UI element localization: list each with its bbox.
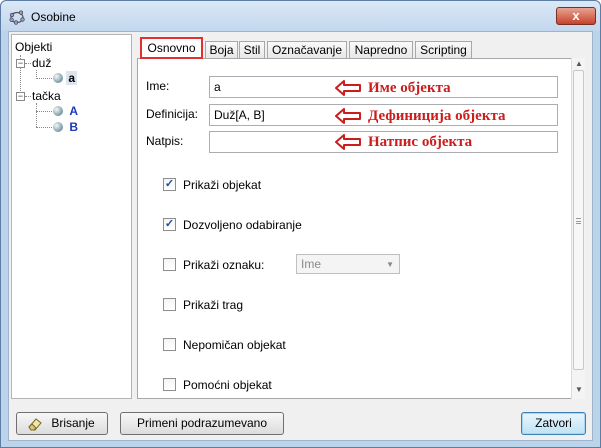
tab-advanced[interactable]: Napredno <box>349 41 413 59</box>
chevron-down-icon: ▼ <box>386 260 394 269</box>
tree-group-point[interactable]: tačka <box>32 89 61 103</box>
auxiliary-object-label: Pomoćni objekat <box>183 378 272 392</box>
apply-defaults-button[interactable]: Primeni podrazumevano <box>120 412 284 435</box>
ball-icon <box>53 73 63 83</box>
tree-root[interactable]: Objekti <box>15 40 52 54</box>
tab-bar: Osnovno Boja Stil Označavanje Napredno S… <box>137 34 589 59</box>
grip-icon <box>576 218 581 224</box>
ball-icon <box>53 106 63 116</box>
tree-item-B[interactable]: B <box>53 120 78 134</box>
collapse-icon[interactable]: − <box>16 92 25 101</box>
properties-panel: Osnovno Boja Stil Označavanje Napredno S… <box>137 34 589 399</box>
tab-scripting[interactable]: Scripting <box>415 41 472 59</box>
eraser-icon <box>28 418 42 431</box>
selection-allowed-checkbox[interactable]: ✓ <box>163 218 176 231</box>
show-object-label: Prikaži objekat <box>183 178 262 192</box>
tab-basic[interactable]: Osnovno <box>140 37 203 59</box>
title-bar: Osobine x <box>1 1 600 31</box>
caption-annotation-text: Натпис објекта <box>368 134 473 150</box>
show-trace-checkbox[interactable] <box>163 298 176 311</box>
tree-group-segment[interactable]: duž <box>32 56 51 70</box>
close-button[interactable]: Zatvori <box>521 412 586 435</box>
geogebra-icon <box>9 10 25 25</box>
scroll-down-icon[interactable]: ▼ <box>574 385 584 395</box>
properties-window: Osobine x Objekti − duž a − tačka A B Os… <box>0 0 601 448</box>
caption-label: Natpis: <box>146 134 184 148</box>
ball-icon <box>53 122 63 132</box>
tree-connector <box>36 127 52 128</box>
name-label: Ime: <box>146 79 170 93</box>
tab-style[interactable]: Stil <box>239 41 265 59</box>
close-window-button[interactable]: x <box>556 7 596 25</box>
tree-item-A[interactable]: A <box>53 104 78 118</box>
tree-item-a[interactable]: a <box>53 71 78 85</box>
arrow-left-icon <box>335 134 361 150</box>
auxiliary-object-checkbox[interactable] <box>163 378 176 391</box>
name-annotation-text: Име објекта <box>368 80 451 96</box>
show-label-checkbox[interactable] <box>163 258 176 271</box>
tree-connector <box>25 96 31 97</box>
scroll-thumb[interactable] <box>573 70 584 370</box>
tree-connector <box>36 78 52 79</box>
tree-connector <box>25 63 31 64</box>
label-type-select[interactable]: Ime ▼ <box>296 254 400 274</box>
dialog-client-area: Objekti − duž a − tačka A B Osnovno Boja… <box>8 31 593 441</box>
definition-annotation-text: Дефиниција објекта <box>368 108 506 124</box>
arrow-left-icon <box>335 108 361 124</box>
tab-labeling[interactable]: Označavanje <box>267 41 347 59</box>
tab-color[interactable]: Boja <box>205 41 238 59</box>
fixed-object-checkbox[interactable] <box>163 338 176 351</box>
show-object-checkbox[interactable]: ✓ <box>163 178 176 191</box>
selection-allowed-label: Dozvoljeno odabiranje <box>183 218 302 232</box>
basic-tab-content: Ime: a Име објекта Definicija: Duž[A, B]… <box>137 58 581 399</box>
scroll-up-icon[interactable]: ▲ <box>574 59 584 69</box>
fixed-object-label: Nepomičan objekat <box>183 338 286 352</box>
arrow-left-icon <box>335 80 361 96</box>
vertical-scrollbar[interactable]: ▲ ▼ <box>571 58 585 399</box>
delete-button[interactable]: Brisanje <box>16 412 108 435</box>
collapse-icon[interactable]: − <box>16 59 25 68</box>
tree-connector <box>36 111 52 112</box>
object-tree[interactable]: Objekti − duž a − tačka A B <box>11 34 132 399</box>
definition-label: Definicija: <box>146 107 199 121</box>
tree-connector <box>36 103 37 127</box>
show-trace-label: Prikaži trag <box>183 298 244 312</box>
window-title: Osobine <box>31 10 76 24</box>
show-label-label: Prikaži oznaku: <box>183 258 265 272</box>
